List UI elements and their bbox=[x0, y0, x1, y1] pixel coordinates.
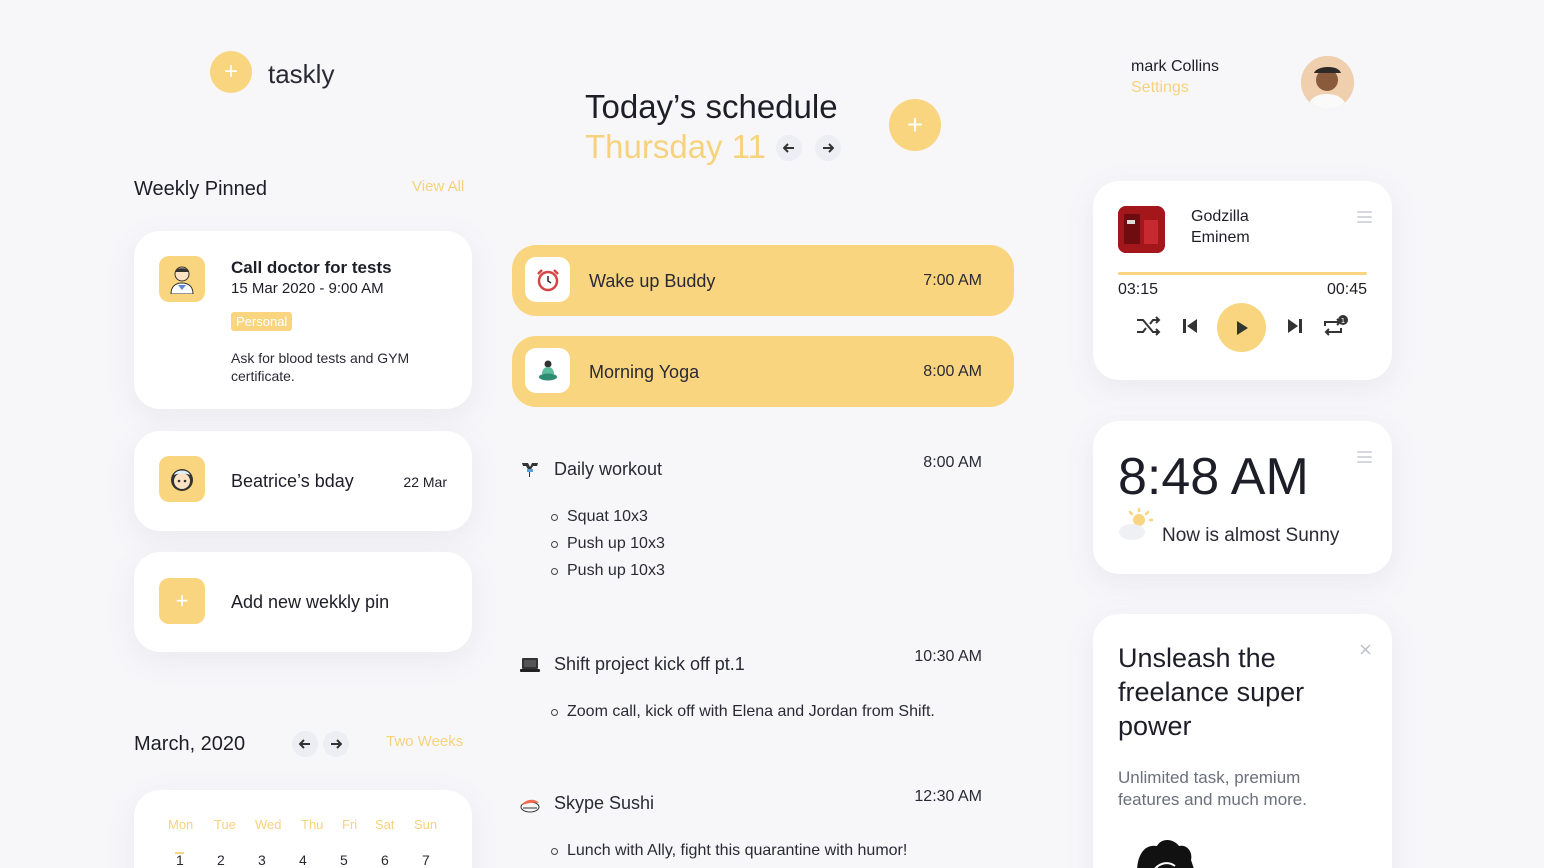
calendar-date[interactable]: 3 bbox=[258, 852, 266, 868]
avatar[interactable] bbox=[1301, 56, 1354, 109]
arrow-left-icon bbox=[783, 143, 794, 153]
schedule-item-highlighted[interactable]: Wake up Buddy 7:00 AM bbox=[512, 245, 1014, 316]
partly-sunny-icon bbox=[1119, 508, 1154, 540]
personal-tag[interactable]: Personal bbox=[231, 312, 293, 331]
weekday-label: Thu bbox=[301, 817, 324, 832]
calendar-date[interactable]: 4 bbox=[299, 852, 307, 868]
album-art[interactable] bbox=[1118, 206, 1165, 253]
pinned-card-datetime: 15 Mar 2020 - 9:00 AM bbox=[231, 280, 384, 297]
arrow-right-icon bbox=[823, 143, 834, 153]
schedule-item-title: Wake up Buddy bbox=[589, 271, 716, 291]
promo-headline: Unsleash the freelance super power bbox=[1118, 643, 1305, 741]
shuffle-icon[interactable] bbox=[1136, 316, 1162, 336]
schedule-item-highlighted[interactable]: Morning Yoga 8:00 AM bbox=[512, 336, 1014, 407]
promo-body: Unlimited task, premium features and muc… bbox=[1118, 768, 1307, 809]
calendar-date[interactable]: 1 bbox=[176, 852, 184, 868]
task-subitems: Lunch with Ally, fight this quarantine w… bbox=[550, 837, 907, 864]
doctor-icon bbox=[159, 256, 205, 302]
calendar-date[interactable]: 6 bbox=[381, 852, 389, 868]
task-title[interactable]: Daily workout bbox=[554, 459, 662, 480]
pinned-section-title: Weekly Pinned bbox=[134, 178, 268, 200]
meditation-icon bbox=[525, 348, 570, 393]
progress-track[interactable] bbox=[1118, 272, 1367, 275]
pinned-card-note: Ask for blood tests and GYM certificate. bbox=[231, 350, 410, 384]
arrow-left-icon bbox=[299, 739, 310, 749]
add-pin-card[interactable]: + Add new wekkly pin bbox=[134, 552, 472, 652]
schedule-item-title: Morning Yoga bbox=[589, 362, 700, 382]
prev-day-button[interactable] bbox=[776, 135, 802, 161]
weather-menu-icon[interactable] bbox=[1357, 451, 1372, 466]
add-icon: + bbox=[159, 578, 205, 624]
task-subitems: Squat 10x3 Push up 10x3 Push up 10x3 bbox=[551, 503, 665, 584]
weekday-label: Sat bbox=[375, 817, 395, 832]
weekday-label: Mon bbox=[168, 817, 194, 832]
task-subitem: Lunch with Ally, fight this quarantine w… bbox=[550, 837, 907, 864]
previous-track-icon[interactable] bbox=[1181, 317, 1201, 335]
song-artist: Eminem bbox=[1191, 229, 1250, 246]
task-time: 12:30 AM bbox=[914, 788, 982, 805]
next-day-button[interactable] bbox=[815, 135, 841, 161]
weekday-label: Tue bbox=[214, 817, 236, 832]
settings-link[interactable]: Settings bbox=[1131, 79, 1189, 97]
task-subitems: Zoom call, kick off with Elena and Jorda… bbox=[551, 698, 935, 725]
weather-description: Now is almost Sunny bbox=[1162, 525, 1340, 546]
play-button[interactable] bbox=[1217, 303, 1266, 352]
pinned-card-doctor[interactable]: Call doctor for tests 15 Mar 2020 - 9:00… bbox=[134, 231, 472, 409]
calendar-date[interactable]: 7 bbox=[422, 852, 430, 868]
pinned-card-bday[interactable]: Beatrice’s bday 22 Mar bbox=[134, 431, 472, 531]
weekday-label: Wed bbox=[255, 817, 282, 832]
next-track-icon[interactable] bbox=[1284, 317, 1304, 335]
player-menu-icon[interactable] bbox=[1357, 211, 1372, 226]
weather-card: 8:48 AM Now is almost Sunny bbox=[1093, 421, 1392, 574]
task-title[interactable]: Skype Sushi bbox=[554, 793, 654, 814]
two-weeks-toggle[interactable]: Two Weeks bbox=[386, 733, 463, 750]
sushi-icon bbox=[520, 799, 540, 813]
close-icon[interactable] bbox=[1360, 644, 1371, 655]
schedule-item-time: 7:00 AM bbox=[923, 272, 982, 289]
laptop-icon bbox=[520, 658, 540, 672]
elapsed-time: 03:15 bbox=[1118, 281, 1159, 298]
pinned-card-title: Call doctor for tests bbox=[231, 258, 392, 277]
calendar-date[interactable]: 2 bbox=[217, 852, 225, 868]
song-title: Godzilla bbox=[1191, 208, 1249, 225]
progress-fill bbox=[1118, 272, 1367, 275]
pinned-card-date: 22 Mar bbox=[403, 474, 447, 490]
task-subitem: Zoom call, kick off with Elena and Jorda… bbox=[551, 698, 935, 725]
current-date: Thursday 11 bbox=[585, 128, 766, 165]
user-name: mark Collins bbox=[1131, 58, 1220, 75]
weekday-label: Fri bbox=[342, 817, 358, 832]
promo-illustration bbox=[1137, 840, 1194, 868]
task-subitem: Squat 10x3 bbox=[551, 503, 665, 530]
alarm-clock-icon bbox=[525, 257, 570, 302]
view-all-link[interactable]: View All bbox=[412, 178, 464, 195]
arrow-right-icon bbox=[331, 739, 342, 749]
weekday-label: Sun bbox=[414, 817, 438, 832]
task-time: 8:00 AM bbox=[923, 454, 982, 471]
svg-text:1: 1 bbox=[1341, 317, 1345, 325]
app-name: taskly bbox=[268, 59, 335, 89]
calendar-date[interactable]: 5 bbox=[340, 852, 348, 868]
task-title[interactable]: Shift project kick off pt.1 bbox=[554, 654, 745, 675]
music-player-card: Godzilla Eminem 03:15 00:45 1 bbox=[1093, 181, 1392, 380]
logo-plus-icon: + bbox=[210, 51, 252, 93]
remaining-time: 00:45 bbox=[1326, 281, 1367, 298]
add-task-button[interactable]: + bbox=[889, 99, 941, 151]
current-time: 8:48 AM bbox=[1118, 448, 1309, 506]
calendar-month: March, 2020 bbox=[134, 733, 246, 755]
schedule-item-time: 8:00 AM bbox=[923, 363, 982, 380]
page-title: Today’s schedule bbox=[585, 88, 838, 125]
add-pin-label: Add new wekkly pin bbox=[231, 592, 390, 612]
dumbbell-icon bbox=[522, 463, 538, 477]
next-month-button[interactable] bbox=[323, 731, 349, 757]
play-icon bbox=[1236, 320, 1248, 335]
pinned-card-title: Beatrice’s bday bbox=[231, 471, 354, 491]
prev-month-button[interactable] bbox=[292, 731, 318, 757]
repeat-one-icon[interactable]: 1 bbox=[1321, 314, 1349, 338]
promo-card: Unsleash the freelance super power Unlim… bbox=[1093, 614, 1392, 868]
task-time: 10:30 AM bbox=[914, 648, 982, 665]
task-subitem: Push up 10x3 bbox=[551, 557, 665, 584]
girl-avatar-icon bbox=[159, 456, 205, 502]
task-subitem: Push up 10x3 bbox=[551, 530, 665, 557]
